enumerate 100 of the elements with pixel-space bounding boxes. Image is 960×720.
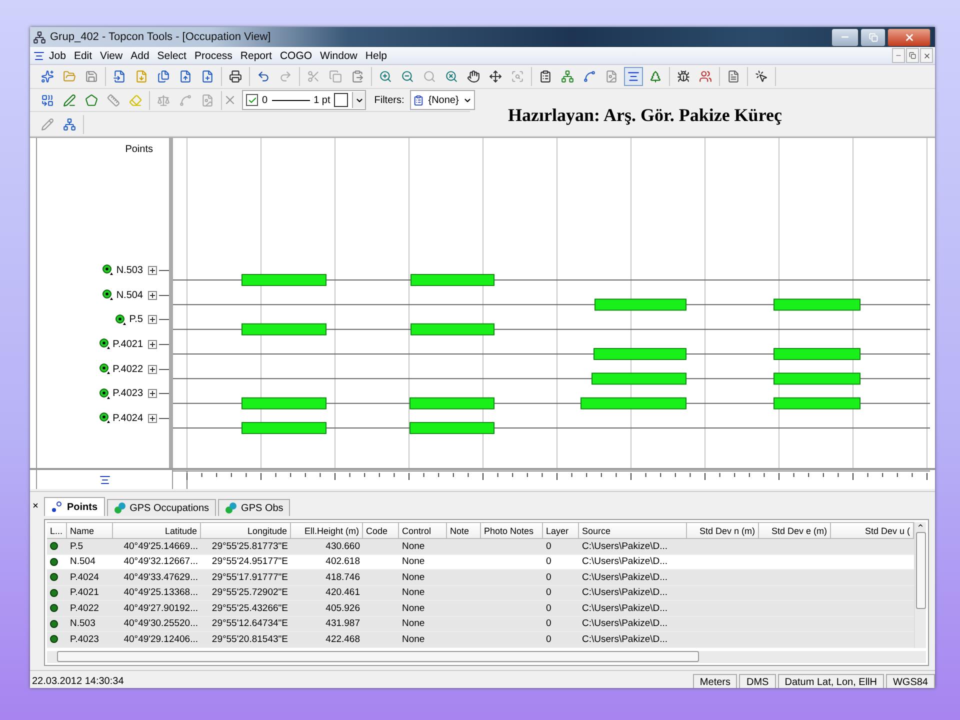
scroll-up-icon[interactable] <box>917 522 924 530</box>
menu-item[interactable]: Job <box>45 50 70 62</box>
point-label[interactable]: N.503 <box>116 264 143 276</box>
point-icon <box>102 264 114 276</box>
paste-icon <box>351 70 364 83</box>
filter-dropdown[interactable]: {None} <box>410 90 475 110</box>
table-cell-text: 418.746 <box>324 570 361 585</box>
expand-icon[interactable] <box>148 364 157 374</box>
menu-item[interactable]: Process <box>190 50 236 62</box>
point-label[interactable]: P.4022 <box>112 364 143 375</box>
table-cell-text: 29°55'25.72902"E <box>210 586 289 600</box>
table-cell-text: 0 <box>545 586 552 600</box>
maximize-button[interactable] <box>860 28 886 47</box>
point-label[interactable]: N.504 <box>116 290 143 301</box>
column-header[interactable]: Latitude <box>113 522 201 540</box>
table-cell-text: 29°55'12.64734"E <box>210 617 289 632</box>
menu-item[interactable]: Edit <box>70 50 96 62</box>
help-pointer-icon <box>755 70 768 83</box>
point-label[interactable]: P.4021 <box>112 338 143 350</box>
close-button[interactable] <box>887 28 931 47</box>
status-dot-icon <box>50 604 58 612</box>
table-row[interactable]: N.503 40°49'30.25520... 29°55'12.64734"E 431.987 None 0 C:\Users\Pakize\D... <box>47 616 914 632</box>
column-header[interactable]: Std Dev u ( <box>831 522 914 540</box>
restore-button[interactable] <box>906 48 919 64</box>
window-title: Grup_402 - Topcon Tools - [Occupation View] <box>50 31 271 44</box>
expand-icon[interactable] <box>148 266 157 275</box>
vertical-scrollbar[interactable] <box>914 522 926 648</box>
column-header[interactable]: Layer <box>543 522 579 540</box>
column-header[interactable]: Control <box>399 522 447 540</box>
table-row[interactable]: P.4023 40°49'29.12406... 29°55'20.81543"E 422.468 None 0 C:\Users\Pakize\D... <box>47 632 914 648</box>
column-header[interactable]: Std Dev n (m) <box>687 522 759 540</box>
column-header[interactable]: Note <box>447 522 481 540</box>
line-color-swatch <box>334 93 348 108</box>
table-cell-text: P.4023 <box>69 632 100 647</box>
occupation-circles-icon <box>114 502 126 514</box>
tree-icon <box>649 70 662 83</box>
table-row[interactable]: P.4021 40°49'25.13368... 29°55'25.72902"E 420.461 None 0 C:\Users\Pakize\D... <box>47 586 914 602</box>
expand-icon[interactable] <box>148 414 157 423</box>
status-dot-icon <box>50 573 58 582</box>
eraser-icon <box>129 94 142 107</box>
panel-tab[interactable]: GPS Obs <box>218 499 290 516</box>
status-dot-icon <box>50 558 58 566</box>
table-cell-text: 40°49'25.14669... <box>122 540 199 554</box>
expand-icon[interactable] <box>148 315 157 324</box>
status-dot-icon <box>50 588 58 597</box>
author-heading: Hazırlayan: Arş. Gör. Pakize Küreç <box>508 105 782 126</box>
table-row[interactable]: P.5 40°49'25.14669... 29°55'25.81773"E 430.660 None 0 C:\Users\Pakize\D... <box>47 539 914 555</box>
add-measure-icon <box>107 94 120 107</box>
occupation-circles-icon <box>225 502 238 514</box>
menu-item[interactable]: Window <box>316 50 362 62</box>
table-row[interactable]: N.504 40°49'32.12667... 29°55'24.95177"E 402.618 None 0 C:\Users\Pakize\D... <box>47 554 914 570</box>
horizontal-scrollbar[interactable] <box>47 650 926 663</box>
close-icon[interactable] <box>32 502 39 510</box>
expand-icon[interactable] <box>148 290 157 300</box>
undo-icon <box>257 70 270 83</box>
point-label[interactable]: P.4024 <box>112 412 143 424</box>
table-cell-text: P.4024 <box>69 570 100 585</box>
table-cell-text: 402.618 <box>324 555 361 570</box>
menu-item[interactable]: View <box>96 50 127 62</box>
cut-icon <box>307 70 320 83</box>
add-line-icon <box>63 94 76 107</box>
panel-tab[interactable]: Points <box>44 497 105 516</box>
column-header[interactable]: Code <box>363 522 399 540</box>
table-cell-text: None <box>401 602 426 616</box>
menu-item[interactable]: COGO <box>276 50 316 62</box>
save-icon <box>85 70 98 83</box>
menu-item[interactable]: Help <box>361 50 391 62</box>
table-cell-text: 29°55'25.81773"E <box>210 540 289 554</box>
menu-item[interactable]: Report <box>236 50 276 62</box>
expand-icon[interactable] <box>148 389 157 398</box>
table-cell-text: 40°49'33.47629... <box>122 570 199 585</box>
point-icon <box>102 289 114 302</box>
table-cell-text: C:\Users\Pakize\D... <box>581 632 669 647</box>
point-label[interactable]: P.5 <box>129 314 143 326</box>
menu-item[interactable]: Select <box>153 50 190 62</box>
column-header[interactable]: Ell.Height (m) <box>291 522 363 540</box>
edit-point-icon <box>41 118 54 131</box>
table-cell-text: 431.987 <box>324 617 361 632</box>
point-label[interactable]: P.4023 <box>112 388 143 400</box>
column-header[interactable]: Name <box>67 522 113 540</box>
column-header[interactable]: Std Dev e (m) <box>759 522 831 540</box>
file-import-icon <box>113 70 126 83</box>
column-header[interactable]: Photo Notes <box>481 522 543 540</box>
menu-item[interactable]: Add <box>126 50 154 62</box>
status-field: Datum Lat, Lon, EllH <box>778 674 884 688</box>
expand-icon[interactable] <box>148 340 157 349</box>
table-row[interactable]: P.4022 40°49'27.90192... 29°55'25.43266"E 405.926 None 0 C:\Users\Pakize\D... <box>47 601 914 617</box>
curve-icon <box>583 70 596 83</box>
line-style-dropdown[interactable]: 0 1 pt <box>242 90 366 110</box>
column-header[interactable]: L... <box>47 522 67 540</box>
minimize-button[interactable] <box>831 28 859 47</box>
table-cell-text: None <box>401 570 426 585</box>
panel-tab[interactable]: GPS Occupations <box>106 499 216 516</box>
column-header[interactable]: Longitude <box>201 522 291 540</box>
table-cell-text: 40°49'25.13368... <box>122 586 199 600</box>
table-cell-text: 0 <box>545 555 552 570</box>
table-row[interactable]: P.4024 40°49'33.47629... 29°55'17.91777"E 418.746 None 0 C:\Users\Pakize\D... <box>47 570 914 586</box>
table-cell-text: 0 <box>545 602 552 616</box>
column-header[interactable]: Source <box>579 522 687 540</box>
line-checkbox[interactable] <box>246 94 258 106</box>
